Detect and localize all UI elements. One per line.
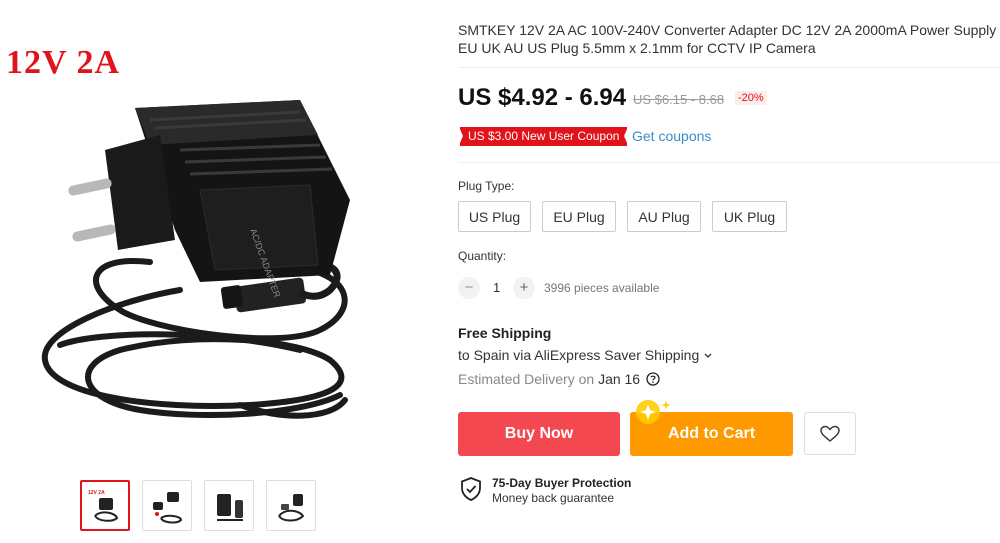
shield-check-icon <box>461 477 481 501</box>
current-price: US $4.92 - 6.94 <box>458 84 627 111</box>
quantity-value[interactable]: 1 <box>493 280 500 295</box>
get-coupons-link[interactable]: Get coupons <box>632 128 711 144</box>
plug-type-label: Plug Type: <box>458 179 515 193</box>
estimated-delivery: Estimated Delivery on Jan 16 <box>458 371 660 387</box>
new-user-coupon[interactable]: US $3.00 New User Coupon <box>458 127 629 146</box>
product-gallery: AC/DC ADAPTER 12V 2A 12V 2A <box>0 0 430 543</box>
divider <box>458 67 1000 68</box>
adapter-thumbnail-icon <box>278 493 305 521</box>
delivery-date: Jan 16 <box>598 371 641 387</box>
buyer-protection-subtitle: Money back guarantee <box>492 491 615 505</box>
voltage-label: 12V 2A <box>6 44 120 81</box>
wishlist-button[interactable] <box>804 412 856 455</box>
free-shipping-title: Free Shipping <box>458 325 552 341</box>
thumbnail-4[interactable] <box>266 480 316 531</box>
buyer-protection-title: 75-Day Buyer Protection <box>492 476 632 490</box>
adapter-thumbnail-icon <box>217 493 243 521</box>
thumbnail-1[interactable]: 12V 2A <box>80 480 130 531</box>
thumbnail-2[interactable] <box>142 480 192 531</box>
main-product-image[interactable]: AC/DC ADAPTER 12V 2A <box>0 0 430 470</box>
sparkle-icon <box>636 400 671 424</box>
plug-option-eu[interactable]: EU Plug <box>542 201 616 232</box>
quantity-increase-button[interactable]: + <box>513 277 535 299</box>
add-to-cart-label: Add to Cart <box>667 425 756 442</box>
thumbnail-3[interactable] <box>204 480 254 531</box>
heart-icon <box>820 425 840 442</box>
discount-badge: -20% <box>735 91 767 105</box>
help-circle-icon[interactable] <box>646 372 660 386</box>
product-title: SMTKEY 12V 2A AC 100V-240V Converter Ada… <box>458 22 997 56</box>
divider <box>458 162 1000 163</box>
shipping-route[interactable]: to Spain via AliExpress Saver Shipping <box>458 347 713 363</box>
adapter-thumbnail-icon: 12V 2A <box>88 490 119 522</box>
thumbnail-list: 12V 2A <box>80 480 316 531</box>
stock-available: 3996 pieces available <box>544 281 660 295</box>
quantity-decrease-button[interactable]: − <box>458 277 480 299</box>
shipping-route-text: to Spain via AliExpress Saver Shipping <box>458 347 700 363</box>
plug-option-au[interactable]: AU Plug <box>627 201 701 232</box>
adapter-thumbnail-icon <box>153 491 183 523</box>
buy-now-button[interactable]: Buy Now <box>458 412 620 456</box>
quantity-label: Quantity: <box>458 249 507 263</box>
plug-option-us[interactable]: US Plug <box>458 201 531 232</box>
plug-option-uk[interactable]: UK Plug <box>712 201 787 232</box>
estimated-delivery-label: Estimated Delivery on <box>458 371 595 387</box>
chevron-down-icon <box>704 353 712 359</box>
original-price: US $6.15 - 8.68 <box>633 92 725 107</box>
svg-text:12V 2A: 12V 2A <box>88 490 105 496</box>
